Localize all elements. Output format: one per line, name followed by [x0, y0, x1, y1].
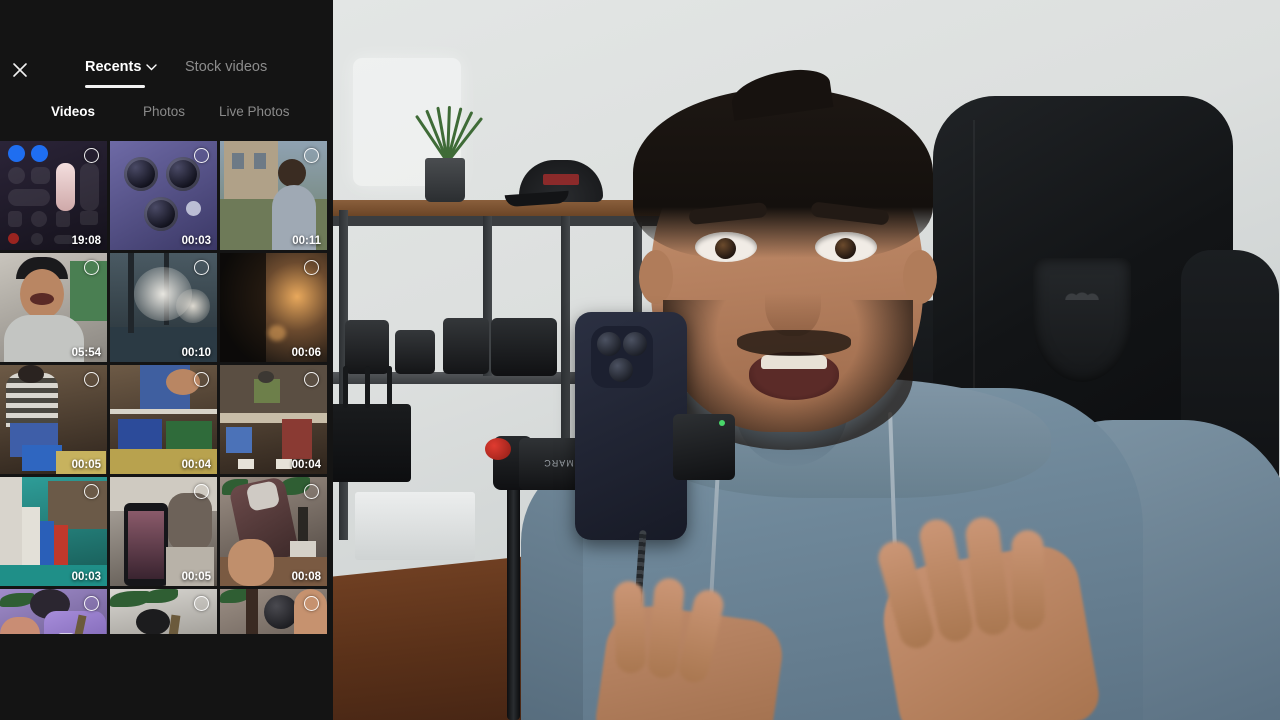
chevron-down-icon: [146, 63, 158, 70]
duration-label: 00:03: [71, 571, 101, 583]
circle-unselected-icon[interactable]: [304, 484, 319, 499]
media-type-tab-bar: Videos Photos Live Photos: [0, 104, 333, 130]
duration-label: 00:10: [181, 347, 211, 359]
person-mouth: [749, 352, 839, 400]
media-tile[interactable]: 00:04: [110, 365, 217, 474]
tab-stock-videos[interactable]: Stock videos: [185, 59, 267, 75]
picker-footer: Collage Add: [0, 634, 333, 720]
circle-unselected-icon[interactable]: [304, 148, 319, 163]
duration-label: 00:05: [71, 459, 101, 471]
media-tile[interactable]: 00:11: [220, 141, 327, 250]
active-tab-underline: [85, 85, 145, 88]
mounted-phone: [575, 312, 687, 540]
router-device: [333, 366, 411, 482]
person-right-hand: [874, 515, 1104, 720]
media-tile[interactable]: [110, 589, 217, 634]
person-moustache: [737, 330, 851, 356]
media-tile[interactable]: 00:08: [220, 477, 327, 586]
media-picker-panel: Recents Stock videos Videos Photos Live …: [0, 0, 333, 720]
tab-recents-label: Recents: [85, 59, 142, 75]
camera-lens: [395, 330, 435, 374]
plant-pot: [425, 158, 465, 202]
media-tile[interactable]: 00:04: [220, 365, 327, 474]
duration-label: 00:03: [181, 235, 211, 247]
tripod-pole: [507, 450, 520, 720]
media-tile[interactable]: [220, 589, 327, 634]
circle-unselected-icon[interactable]: [84, 596, 99, 611]
media-grid[interactable]: 19:08 00:03 00:11 05:54 00:10 00:06 00:0…: [0, 141, 333, 634]
tab-recents[interactable]: Recents: [85, 59, 158, 75]
duration-label: 19:08: [71, 235, 101, 247]
circle-unselected-icon[interactable]: [84, 260, 99, 275]
duration-label: 00:06: [291, 347, 321, 359]
picker-header: Recents Stock videos Videos Photos Live …: [0, 0, 333, 119]
phone-camera-module: [591, 326, 653, 388]
circle-unselected-icon[interactable]: [304, 372, 319, 387]
duration-label: 00:04: [291, 459, 321, 471]
circle-unselected-icon[interactable]: [194, 260, 209, 275]
grid-row: 00:05 00:04 00:04: [0, 365, 333, 477]
circle-unselected-icon[interactable]: [194, 596, 209, 611]
circle-unselected-icon[interactable]: [194, 484, 209, 499]
duration-label: 05:54: [71, 347, 101, 359]
circle-unselected-icon[interactable]: [194, 372, 209, 387]
white-box: [355, 492, 475, 560]
grid-row: 00:03 00:05 00:08: [0, 477, 333, 589]
circle-unselected-icon[interactable]: [194, 148, 209, 163]
grid-row: 19:08 00:03 00:11: [0, 141, 333, 253]
tripod-lock-knob: [485, 438, 511, 460]
tab-videos[interactable]: Videos: [51, 104, 95, 119]
media-tile[interactable]: 00:05: [0, 365, 107, 474]
app-screen: SANDMARC Recents Stock videos Videos Pho…: [0, 0, 1280, 720]
cap-logo: [543, 174, 579, 185]
person-ear: [639, 250, 673, 304]
media-tile[interactable]: [0, 589, 107, 634]
duration-label: 00:08: [291, 571, 321, 583]
person-pupil: [835, 238, 856, 259]
tab-live-photos[interactable]: Live Photos: [219, 104, 290, 119]
wireless-mic-receiver: [673, 414, 735, 480]
video-preview: SANDMARC: [333, 0, 1280, 720]
media-tile[interactable]: 00:03: [0, 477, 107, 586]
camera-lens: [443, 318, 489, 374]
circle-unselected-icon[interactable]: [304, 260, 319, 275]
media-tile[interactable]: 00:03: [110, 141, 217, 250]
media-tile[interactable]: 19:08: [0, 141, 107, 250]
tab-photos[interactable]: Photos: [143, 104, 185, 119]
person-ear: [903, 250, 937, 304]
chair-crown-logo: [1033, 258, 1131, 382]
grid-row: 05:54 00:10 00:06: [0, 253, 333, 365]
person-pupil: [715, 238, 736, 259]
camera-body: [491, 318, 557, 376]
duration-label: 00:04: [181, 459, 211, 471]
grid-row: [0, 589, 333, 634]
media-tile[interactable]: 00:05: [110, 477, 217, 586]
media-tile[interactable]: 00:06: [220, 253, 327, 362]
person-eye: [815, 232, 877, 262]
person-eye: [695, 232, 757, 262]
person-teeth: [761, 355, 827, 369]
circle-unselected-icon[interactable]: [84, 372, 99, 387]
media-tile[interactable]: 00:10: [110, 253, 217, 362]
media-tile[interactable]: 05:54: [0, 253, 107, 362]
mic-status-led: [719, 420, 725, 426]
source-tab-bar: Recents Stock videos: [0, 55, 333, 89]
duration-label: 00:11: [292, 235, 321, 247]
duration-label: 00:05: [181, 571, 211, 583]
potted-plant-leaves: [414, 100, 484, 163]
circle-unselected-icon[interactable]: [304, 596, 319, 611]
circle-unselected-icon[interactable]: [84, 148, 99, 163]
circle-unselected-icon[interactable]: [84, 484, 99, 499]
